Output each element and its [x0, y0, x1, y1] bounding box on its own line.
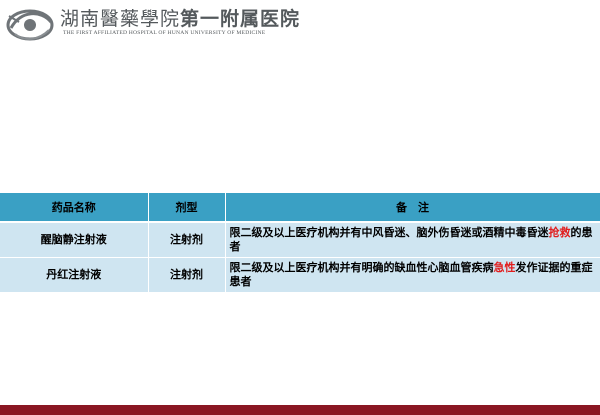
header-remarks: 备 注	[225, 193, 600, 223]
table-header-row: 药品名称 剂型 备 注	[0, 193, 600, 223]
drug-name-cell: 醒脑静注射液	[0, 222, 149, 258]
remark-cell: 限二级及以上医疗机构并有明确的缺血性心脑血管疾病急性发作证据的重症患者	[225, 257, 600, 293]
bottom-accent-bar	[0, 405, 600, 415]
remark-highlight: 抢救	[548, 226, 571, 239]
table-row: 醒脑静注射液 注射剂 限二级及以上医疗机构并有中风昏迷、脑外伤昏迷或酒精中毒昏迷…	[0, 222, 600, 258]
institution-name-main: 第一附属医院	[180, 8, 301, 30]
remark-highlight: 急性	[493, 261, 516, 274]
table-row: 丹红注射液 注射剂 限二级及以上医疗机构并有明确的缺血性心脑血管疾病急性发作证据…	[0, 257, 600, 293]
drug-table: 药品名称 剂型 备 注 醒脑静注射液 注射剂 限二级及以上医疗机构并有中风昏迷、…	[0, 193, 600, 293]
institution-name-script: 湖南醫藥學院	[60, 8, 181, 30]
remark-text: 限二级及以上医疗机构并有中风昏迷、脑外伤昏迷或酒精中毒昏迷	[229, 226, 549, 239]
dosage-form-cell: 注射剂	[148, 222, 226, 258]
header-dosage-form: 剂型	[148, 193, 226, 223]
institution-name: 湖南醫藥學院第一附属医院	[60, 4, 300, 31]
page-header: 湖南醫藥學院第一附属医院 THE FIRST AFFILIATED HOSPIT…	[0, 0, 600, 50]
hospital-logo-icon	[6, 9, 54, 41]
institution-english-name: THE FIRST AFFILIATED HOSPITAL OF HUNAN U…	[63, 30, 266, 36]
dosage-form-cell: 注射剂	[148, 257, 226, 293]
drug-name-cell: 丹红注射液	[0, 257, 149, 293]
remark-cell: 限二级及以上医疗机构并有中风昏迷、脑外伤昏迷或酒精中毒昏迷抢救的患者	[225, 222, 600, 258]
header-drug-name: 药品名称	[0, 193, 149, 223]
remark-text: 限二级及以上医疗机构并有明确的缺血性心脑血管疾病	[229, 261, 494, 274]
